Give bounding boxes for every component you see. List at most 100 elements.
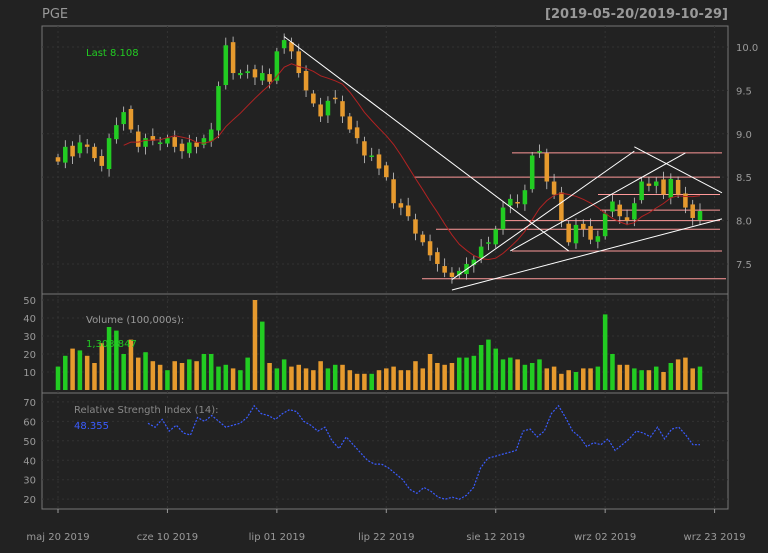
volume-bar [420, 368, 426, 390]
volume-bar [369, 373, 374, 390]
candle-body [194, 142, 199, 147]
volume-bar [340, 364, 345, 390]
candle-body [99, 156, 105, 166]
candle-body [267, 74, 272, 82]
candle-body [617, 204, 623, 217]
candle-body [187, 142, 192, 154]
candle-body [332, 97, 338, 100]
volume-bar [332, 364, 338, 390]
volume-bar [165, 370, 170, 390]
volume-bar [172, 361, 177, 390]
volume-bar [70, 348, 75, 390]
candle-body [238, 73, 243, 76]
volume-bar [362, 373, 367, 390]
candle-body [486, 242, 491, 244]
volume-bar [456, 357, 462, 390]
candle-body [179, 143, 185, 152]
candle-body [303, 70, 309, 91]
volume-bar [508, 357, 513, 390]
volume-tick-label: 30 [23, 332, 36, 343]
volume-bar [522, 364, 528, 390]
volume-bar [252, 300, 258, 390]
rsi-tick-label: 60 [23, 417, 36, 428]
volume-bar [376, 370, 382, 390]
candle-body [296, 51, 302, 74]
candle-body [653, 181, 659, 186]
candle-body [114, 125, 119, 140]
volume-bar [92, 363, 97, 390]
candle-body [493, 229, 498, 245]
candle-body [690, 204, 695, 218]
candle-body [201, 138, 207, 145]
volume-bar [63, 355, 68, 390]
candle-body [135, 131, 141, 147]
volume-bar [208, 354, 214, 390]
volume-bar [303, 368, 309, 390]
candle-body [121, 112, 126, 125]
volume-bar [610, 354, 615, 390]
candle-body [63, 146, 68, 163]
candle-body [157, 142, 163, 144]
candle-body [354, 127, 360, 139]
volume-bar [493, 348, 498, 390]
price-tick-label: 9.0 [736, 130, 752, 141]
candle-body [216, 86, 221, 131]
volume-bar [106, 327, 112, 390]
volume-bar [478, 345, 484, 390]
candle-body [362, 141, 367, 156]
volume-bar [646, 370, 652, 390]
candle-body [683, 193, 688, 208]
candle-body [610, 201, 615, 212]
candle-body [566, 223, 571, 243]
volume-bar [245, 357, 250, 390]
volume-bar [449, 363, 455, 390]
candle-body [500, 207, 506, 230]
candle-body [537, 151, 542, 153]
candle-body [318, 104, 323, 117]
volume-bar [267, 363, 272, 390]
candle-body [245, 71, 250, 74]
rsi-tick-label: 70 [23, 398, 36, 409]
volume-bar [617, 364, 623, 390]
candle-body [427, 241, 433, 256]
volume-bar [55, 366, 61, 390]
candle-body [602, 213, 608, 237]
candle-body [639, 181, 644, 201]
volume-label: Volume (100,000s): [86, 315, 184, 326]
volume-bar [464, 357, 469, 390]
candle-body [529, 155, 535, 190]
volume-bar [500, 359, 506, 390]
volume-bar [84, 355, 90, 390]
volume-bar [238, 370, 243, 390]
rsi-tick-label: 50 [23, 437, 36, 448]
volume-bar [690, 368, 695, 390]
candle-body [84, 144, 90, 147]
volume-value-label: 1,303,847 [86, 339, 137, 350]
candle-body [55, 157, 61, 162]
volume-bar [566, 370, 571, 390]
price-tick-label: 8.0 [736, 217, 752, 228]
candle-body [551, 181, 557, 195]
candle-body [347, 116, 353, 130]
candle-body [559, 192, 564, 221]
candle-body [661, 179, 666, 195]
volume-bar [223, 364, 229, 390]
volume-bar [551, 366, 557, 390]
volume-bar [668, 363, 674, 390]
volume-bar [157, 364, 163, 390]
volume-bar [325, 368, 331, 390]
candle-body [143, 138, 148, 147]
volume-bar [398, 370, 404, 390]
candle-body [128, 108, 134, 130]
volume-bar [260, 321, 265, 390]
volume-bar [427, 354, 433, 390]
volume-bar [632, 368, 637, 390]
volume-tick-label: 50 [23, 296, 36, 307]
volume-bar [581, 368, 586, 390]
volume-bar [661, 372, 666, 390]
volume-bar [230, 368, 236, 390]
candle-body [435, 252, 440, 264]
price-tick-label: 9.5 [736, 86, 752, 97]
volume-bar [150, 361, 156, 390]
rsi-tick-label: 20 [23, 495, 36, 506]
